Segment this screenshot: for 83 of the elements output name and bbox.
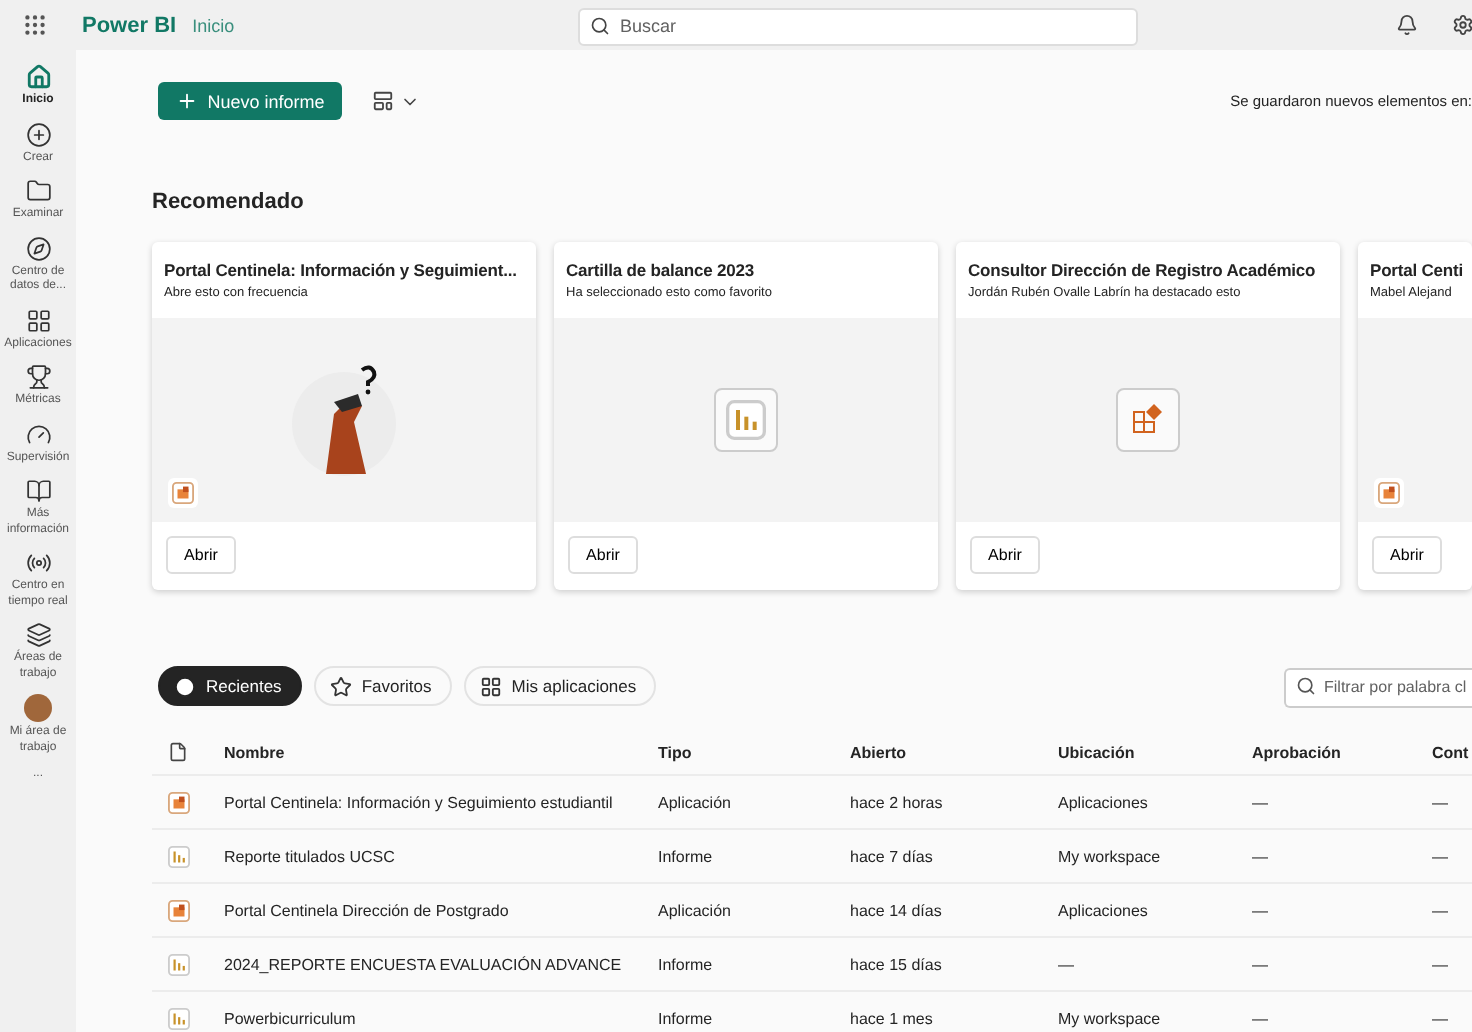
avatar-icon xyxy=(24,694,52,722)
table-cell-text: Aplicación xyxy=(658,901,733,919)
table-cell-text: — xyxy=(1252,955,1270,973)
item-name-link[interactable]: Portal Centinela: Información y Seguimiento estudiantil xyxy=(224,793,658,811)
filter-tab[interactable]: Mis aplicaciones xyxy=(463,666,657,706)
report-icon xyxy=(726,400,766,440)
report-icon xyxy=(168,845,190,867)
table-cell-text: hace 1 mes xyxy=(850,1009,935,1027)
table-cell-text: — xyxy=(1432,793,1450,811)
apps-icon xyxy=(25,307,51,333)
table-cell-text: — xyxy=(1252,901,1270,919)
card-title: Portal Centinela: Información y Seguimient... xyxy=(164,260,519,280)
table-cell-text: Informe xyxy=(658,847,715,865)
table-cell-text: Aplicaciones xyxy=(1058,901,1150,919)
report-icon xyxy=(168,953,190,975)
column-header[interactable]: Ubicación xyxy=(1058,743,1252,761)
table-cell-text: Aplicaciones xyxy=(1058,793,1150,811)
browse-icon xyxy=(25,178,51,204)
column-header[interactable]: Cont xyxy=(1432,743,1472,761)
table-cell-text: — xyxy=(1058,955,1076,973)
item-name-link[interactable]: 2024_REPORTE ENCUESTA EVALUACIÓN ADVANCE xyxy=(224,955,658,973)
open-button[interactable]: Abrir xyxy=(166,536,236,574)
monitor-icon xyxy=(25,421,51,447)
table-cell-text: Aplicación xyxy=(658,793,733,811)
item-name-link[interactable]: Powerbicurriculum xyxy=(224,1009,658,1027)
create-icon xyxy=(25,121,51,147)
table-cell-text: — xyxy=(1432,901,1450,919)
table-cell-text: My workspace xyxy=(1058,1009,1163,1027)
filter-tab[interactable]: Favoritos xyxy=(313,666,452,706)
column-header[interactable]: Aprobación xyxy=(1252,743,1432,761)
table-cell-text: — xyxy=(1252,847,1270,865)
table-cell-text: Informe xyxy=(658,1009,715,1027)
table-cell-text: Informe xyxy=(658,955,715,973)
column-header[interactable]: Tipo xyxy=(658,743,850,761)
realtime-icon xyxy=(25,550,51,576)
learn-icon xyxy=(25,478,51,504)
open-button[interactable]: Abrir xyxy=(1372,536,1442,574)
column-header[interactable]: Nombre xyxy=(224,743,658,761)
item-name-link[interactable]: Reporte titulados UCSC xyxy=(224,847,658,865)
table-cell-text: — xyxy=(1432,1009,1450,1027)
favorites-icon xyxy=(329,675,352,697)
app-icon xyxy=(168,791,190,813)
metrics-icon xyxy=(25,364,51,390)
table-cell-text: — xyxy=(1432,847,1450,865)
plus-icon xyxy=(175,90,198,112)
table-cell-text: My workspace xyxy=(1058,847,1163,865)
settings-icon[interactable] xyxy=(1452,14,1472,36)
table-cell-text: hace 15 días xyxy=(850,955,944,973)
app-icon xyxy=(168,899,190,921)
home-icon xyxy=(25,64,51,90)
column-header[interactable]: Abierto xyxy=(850,743,1058,761)
layout-icon[interactable] xyxy=(372,90,394,112)
filter-tab[interactable]: Recientes xyxy=(158,666,302,706)
search-icon xyxy=(590,15,610,35)
filter-field[interactable]: Filtrar por palabra cl xyxy=(1284,667,1472,707)
scorecard-icon xyxy=(1130,402,1166,438)
app-icon xyxy=(172,482,194,504)
new-report-button[interactable]: Nuevo informe xyxy=(158,82,342,120)
table-cell-text: hace 2 horas xyxy=(850,793,945,811)
app-name: Power BI xyxy=(82,13,177,37)
app-icon xyxy=(1378,482,1400,504)
open-button[interactable]: Abrir xyxy=(970,536,1040,574)
table-cell-text: — xyxy=(1252,1009,1270,1027)
notifications-icon[interactable] xyxy=(1396,14,1418,36)
apps-icon xyxy=(479,675,502,697)
app-launcher-icon[interactable] xyxy=(22,12,48,38)
card-title: Cartilla de balance 2023 xyxy=(566,260,756,280)
card-title: Portal Centi xyxy=(1370,260,1460,280)
section-title: Recomendado xyxy=(152,190,306,214)
table-cell-text: hace 7 días xyxy=(850,847,935,865)
item-name-link[interactable]: Portal Centinela Dirección de Postgrado xyxy=(224,901,658,919)
report-icon xyxy=(168,1007,190,1029)
card-title: Consultor Dirección de Registro Académico xyxy=(968,260,1318,280)
search-field[interactable]: Buscar xyxy=(578,7,1138,45)
table-cell-text: — xyxy=(1432,955,1450,973)
open-button[interactable]: Abrir xyxy=(568,536,638,574)
workspaces-icon xyxy=(25,622,51,648)
recent-icon xyxy=(174,675,196,697)
table-cell-text: — xyxy=(1252,793,1270,811)
table-cell-text: hace 14 días xyxy=(850,901,944,919)
search-icon xyxy=(1296,676,1316,696)
file-type-icon xyxy=(168,742,188,762)
datahub-icon xyxy=(25,235,51,261)
